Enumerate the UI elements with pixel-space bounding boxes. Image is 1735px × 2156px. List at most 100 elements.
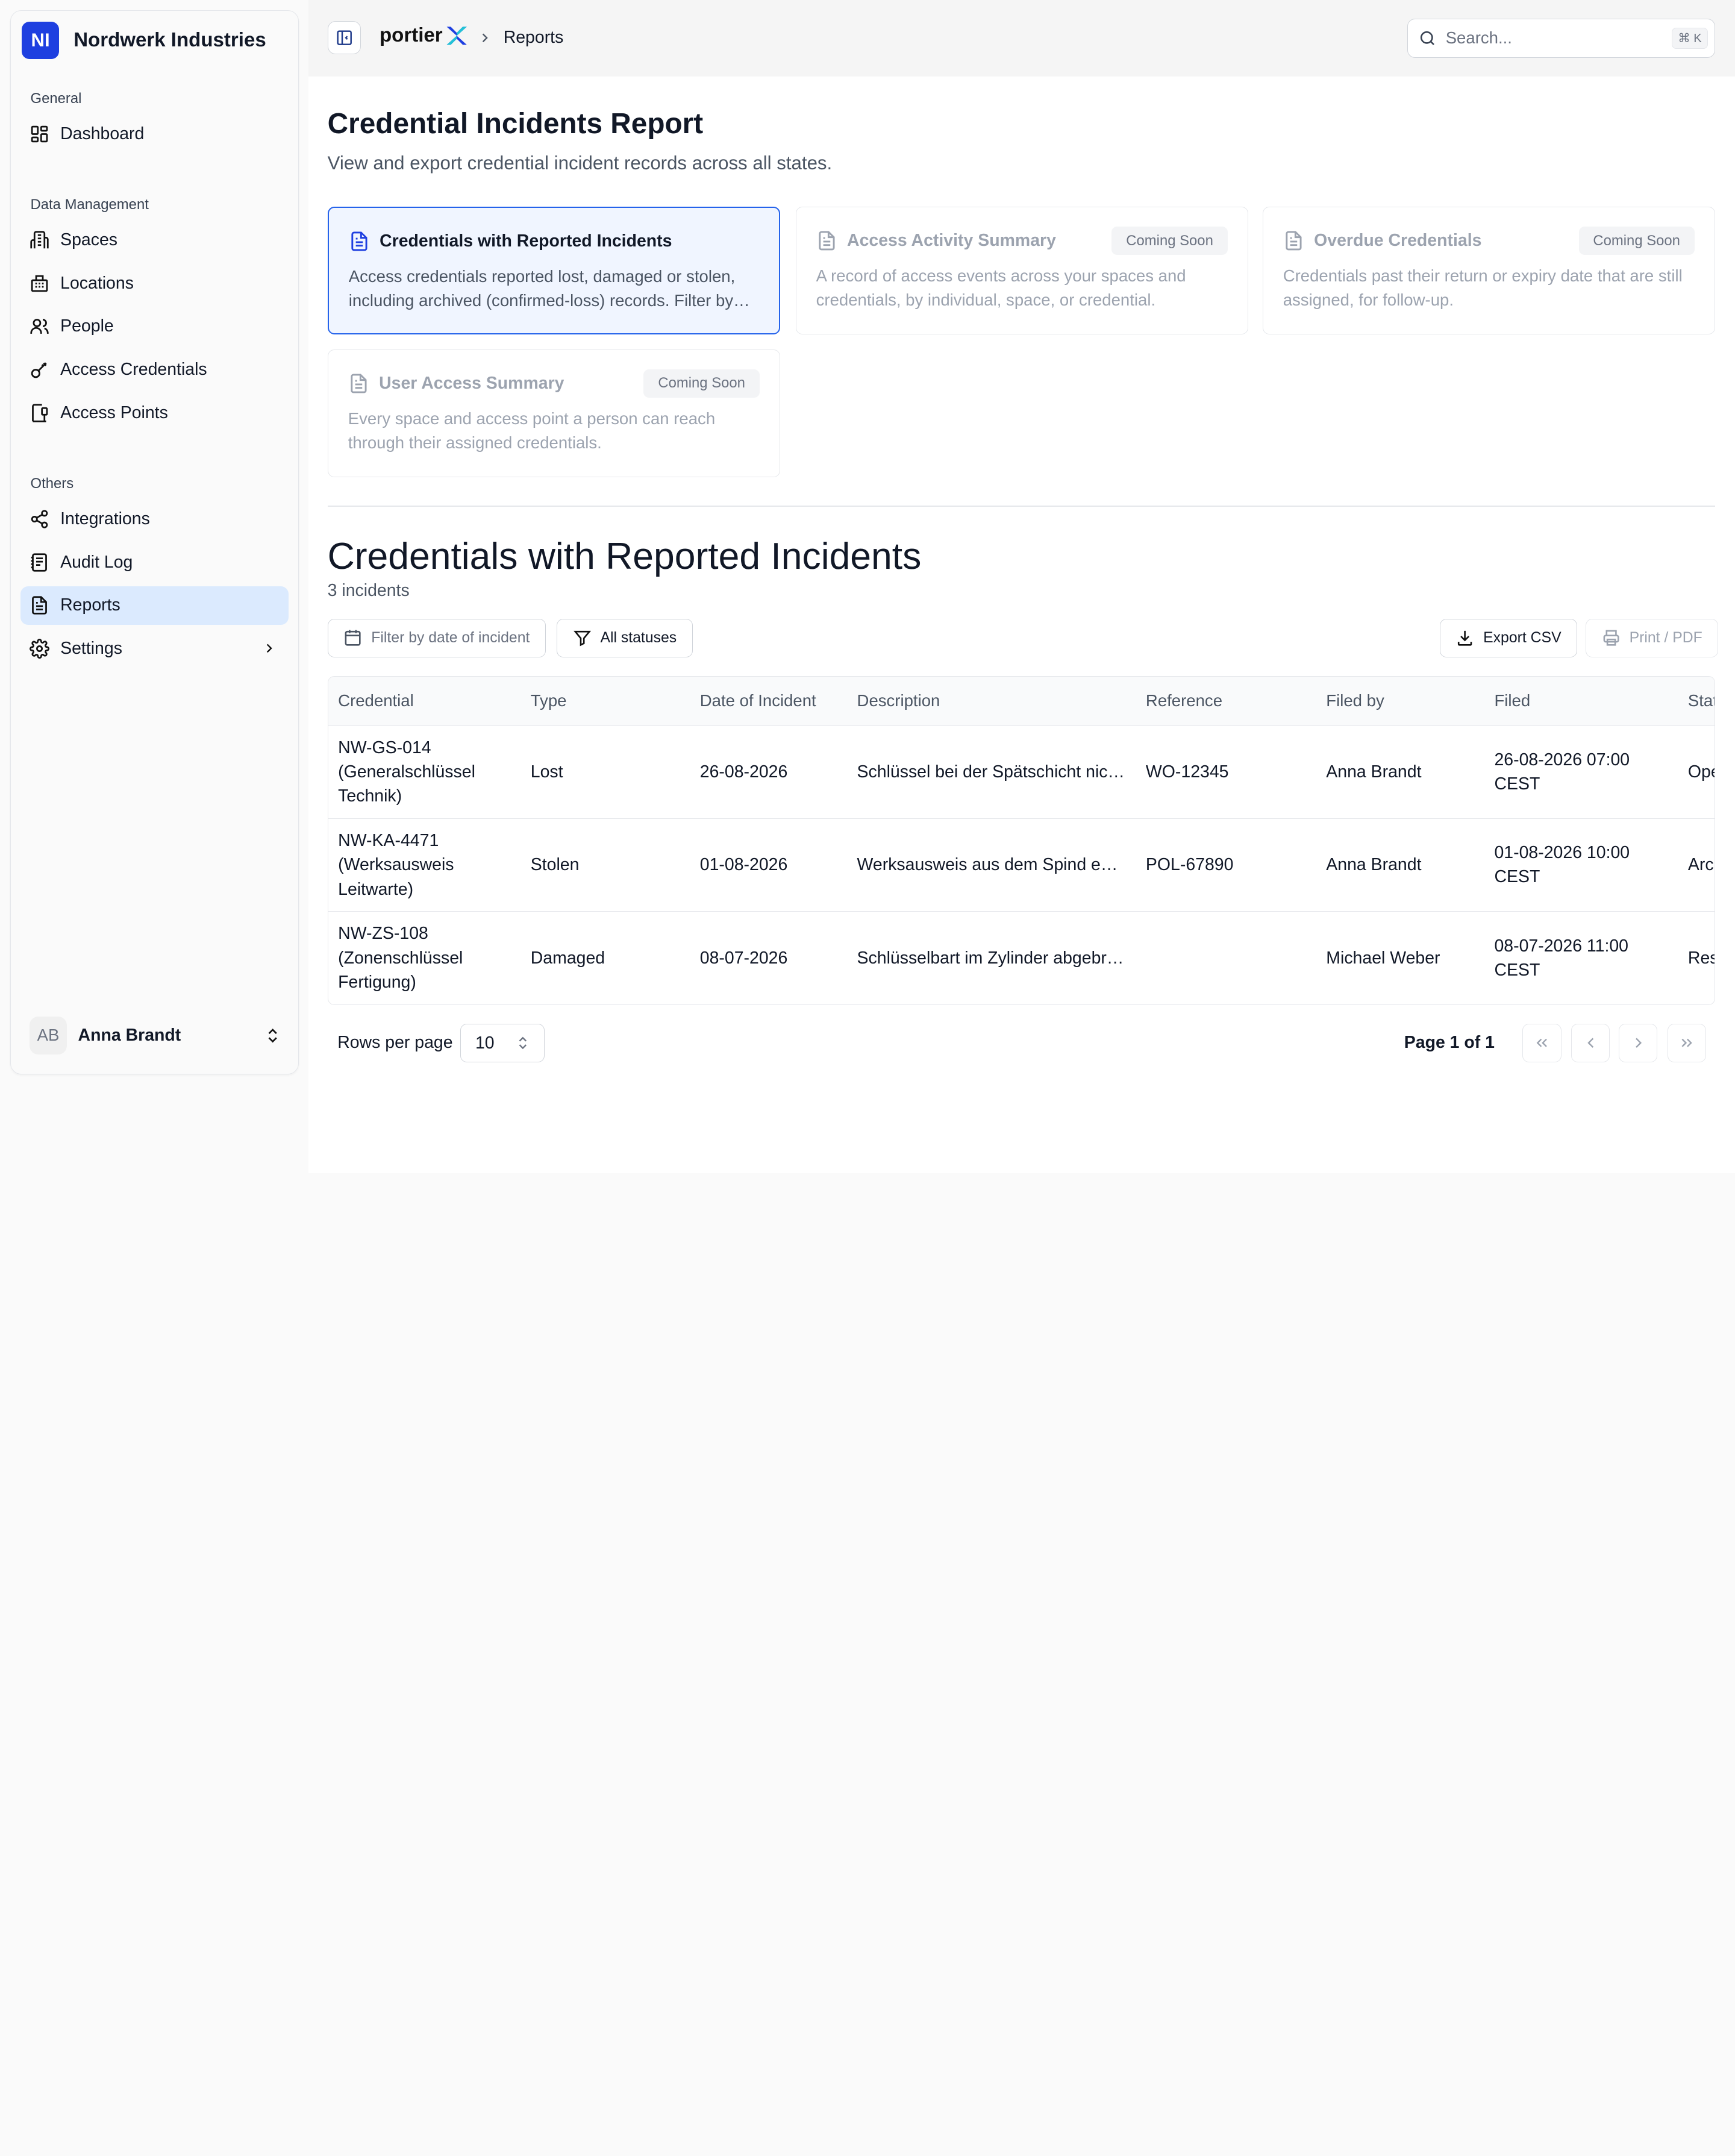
file-text-icon bbox=[1286, 231, 1302, 251]
gear-icon bbox=[29, 638, 49, 659]
column-header[interactable]: Credential bbox=[328, 677, 521, 726]
column-header[interactable]: Description bbox=[847, 677, 1136, 726]
calendar-icon bbox=[345, 630, 361, 646]
table-row[interactable]: NW-KA-4471 (Werksausweis Leitwarte) Stol… bbox=[328, 818, 1715, 912]
org-logo: NI bbox=[21, 21, 60, 60]
dashboard-icon bbox=[31, 125, 48, 143]
cell-credential: NW-KA-4471 (Werksausweis Leitwarte) bbox=[328, 818, 521, 912]
rows-per-page-value: 10 bbox=[475, 1033, 495, 1053]
brand-name: portier bbox=[379, 24, 443, 47]
column-header[interactable]: Reference bbox=[1136, 677, 1316, 726]
report-card-user-access: User Access Summary Coming Soon Every sp… bbox=[327, 349, 780, 477]
section-divider bbox=[327, 506, 1715, 507]
card-header: Credentials with Reported Incidents bbox=[349, 228, 759, 254]
sidebar-item-dashboard[interactable]: Dashboard bbox=[20, 114, 288, 153]
sidebar-item-label: Audit Log bbox=[60, 552, 133, 572]
cell-filed: 26-08-2026 07:00 CEST bbox=[1484, 725, 1678, 819]
share-icon bbox=[31, 510, 48, 528]
report-card-overdue: Overdue Credentials Coming Soon Credenti… bbox=[1262, 207, 1715, 334]
users-icon bbox=[30, 319, 49, 334]
sidebar-item-access-credentials[interactable]: Access Credentials bbox=[20, 350, 288, 389]
coming-soon-badge: Coming Soon bbox=[1111, 227, 1228, 255]
sidebar-item-reports[interactable]: Reports bbox=[20, 586, 289, 625]
main-content: Credential Incidents Report View and exp… bbox=[308, 76, 1735, 1173]
search-input[interactable] bbox=[1445, 28, 1656, 48]
sidebar-item-label: Settings bbox=[60, 638, 122, 658]
first-page-button[interactable] bbox=[1522, 1023, 1562, 1063]
portier-x-icon bbox=[446, 27, 467, 45]
rows-per-page-select[interactable]: 10 bbox=[460, 1023, 545, 1063]
sidebar: NI Nordwerk Industries General Dashboard… bbox=[10, 10, 299, 1075]
column-header[interactable]: Type bbox=[520, 677, 690, 726]
cell-filed-by: Anna Brandt bbox=[1316, 725, 1484, 819]
avatar: AB bbox=[29, 1017, 67, 1054]
cell-status: Open bbox=[1678, 725, 1715, 819]
sidebar-item-label: Dashboard bbox=[60, 124, 145, 143]
print-pdf-button[interactable]: Print / PDF bbox=[1585, 618, 1719, 657]
brand-logo[interactable]: portier bbox=[380, 24, 469, 47]
filter-icon bbox=[573, 631, 591, 647]
chevrons-up-down-icon bbox=[519, 1036, 527, 1050]
export-csv-label: Export CSV bbox=[1483, 629, 1562, 646]
user-menu[interactable]: AB Anna Brandt bbox=[29, 1015, 289, 1055]
panel-left-icon bbox=[336, 30, 352, 45]
chevron-right-icon bbox=[1635, 1038, 1642, 1048]
card-header: Access Activity Summary Coming Soon bbox=[816, 227, 1228, 255]
report-title: Credentials with Reported Incidents bbox=[327, 535, 922, 578]
cell-filed: 08-07-2026 11:00 CEST bbox=[1494, 936, 1629, 980]
sidebar-item-label: Access Credentials bbox=[60, 359, 207, 379]
org-switcher[interactable]: NI Nordwerk Industries bbox=[21, 21, 266, 60]
table-header-row: Credential Type Date of Incident Descrip… bbox=[328, 677, 1715, 726]
sidebar-toggle-button[interactable] bbox=[327, 20, 361, 54]
sidebar-item-settings[interactable]: Settings bbox=[20, 629, 288, 668]
column-header[interactable]: Filed by bbox=[1316, 677, 1484, 726]
search-shortcut: ⌘ K bbox=[1672, 28, 1708, 49]
column-header[interactable]: Status bbox=[1678, 677, 1715, 726]
filter-status-button[interactable]: All statuses bbox=[556, 618, 693, 657]
log-icon bbox=[31, 553, 47, 572]
org-name: Nordwerk Industries bbox=[73, 29, 266, 52]
sidebar-item-integrations[interactable]: Integrations bbox=[20, 500, 288, 538]
last-page-button[interactable] bbox=[1667, 1023, 1707, 1063]
sidebar-item-label: Integrations bbox=[60, 509, 150, 528]
table-row[interactable]: NW-ZS-108 (Zonenschlüssel Fertigung) Dam… bbox=[328, 912, 1715, 1004]
cell-credential: NW-GS-014 (Generalschlüssel Technik) bbox=[328, 725, 521, 819]
nav-heading: General bbox=[30, 90, 82, 107]
user-name: Anna Brandt bbox=[78, 1025, 181, 1045]
card-header: User Access Summary Coming Soon bbox=[348, 369, 760, 398]
table-row[interactable]: NW-GS-014 (Generalschlüssel Technik) Los… bbox=[328, 725, 1715, 819]
cell-description: Schlüssel bei der Spätschicht nicht zurü… bbox=[847, 725, 1136, 819]
file-text-icon bbox=[351, 231, 367, 251]
breadcrumb-current[interactable]: Reports bbox=[504, 28, 564, 48]
export-csv-button[interactable]: Export CSV bbox=[1439, 618, 1578, 657]
rows-per-page-label: Rows per page bbox=[337, 1032, 453, 1052]
sidebar-item-label: Access Points bbox=[60, 403, 168, 422]
cell-filed-by: Michael Weber bbox=[1326, 948, 1440, 968]
search-icon bbox=[1420, 31, 1434, 45]
filter-date-button[interactable]: Filter by date of incident bbox=[327, 618, 546, 657]
sidebar-item-spaces[interactable]: Spaces bbox=[20, 221, 288, 259]
print-pdf-label: Print / PDF bbox=[1629, 629, 1702, 646]
sidebar-item-audit-log[interactable]: Audit Log bbox=[20, 543, 288, 581]
cell-type: Stolen bbox=[520, 818, 690, 912]
column-header[interactable]: Filed bbox=[1484, 677, 1678, 726]
card-title: Credentials with Reported Incidents bbox=[380, 231, 672, 251]
cell-type: Lost bbox=[520, 725, 690, 819]
prev-page-button[interactable] bbox=[1571, 1023, 1610, 1063]
app: NI Nordwerk Industries General Dashboard… bbox=[0, 0, 1735, 1173]
card-title: Overdue Credentials bbox=[1314, 231, 1482, 251]
sidebar-item-locations[interactable]: Locations bbox=[20, 264, 288, 302]
report-card-incidents[interactable]: Credentials with Reported Incidents Acce… bbox=[327, 207, 780, 334]
card-title: User Access Summary bbox=[379, 373, 564, 393]
sidebar-item-label: Locations bbox=[60, 273, 134, 293]
chevron-left-icon bbox=[1587, 1038, 1593, 1048]
card-title: Access Activity Summary bbox=[847, 231, 1056, 251]
cell-filed: 01-08-2026 10:00 CEST bbox=[1484, 818, 1678, 912]
column-header[interactable]: Date of Incident bbox=[690, 677, 848, 726]
door-icon bbox=[31, 403, 48, 422]
sidebar-item-access-points[interactable]: Access Points bbox=[20, 393, 288, 432]
cell-date: 26-08-2026 bbox=[690, 725, 848, 819]
sidebar-item-people[interactable]: People bbox=[20, 307, 288, 346]
file-text-icon bbox=[818, 231, 835, 251]
next-page-button[interactable] bbox=[1619, 1023, 1658, 1063]
